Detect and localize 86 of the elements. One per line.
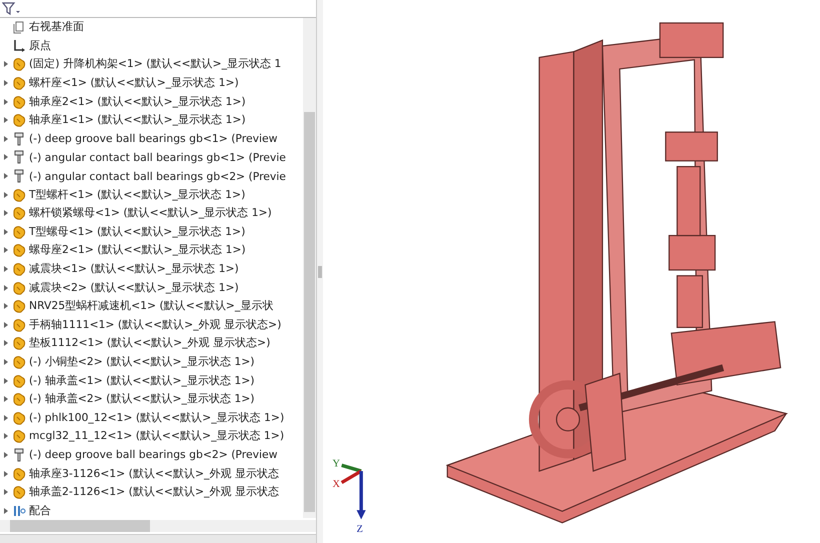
tree-item[interactable]: 轴承座1<1> (默认<<默认>_显示状态 1>) (29, 113, 246, 128)
expand-arrow-icon[interactable] (3, 116, 9, 124)
part-icon (12, 280, 26, 295)
expand-arrow-icon[interactable] (3, 60, 9, 68)
axis-label: Z (356, 524, 363, 535)
part-icon (12, 262, 26, 276)
bolt-icon (12, 132, 26, 146)
axis-triad-icon (340, 464, 366, 520)
tree-item[interactable]: 减震块<1> (默认<<默认>_显示状态 1>) (29, 262, 239, 276)
expand-arrow-icon[interactable] (3, 488, 9, 496)
tree-item[interactable]: 垫板1112<1> (默认<<默认>_外观 显示状态>) (29, 336, 270, 350)
tree-item[interactable]: 螺杆锁紧螺母<1> (默认<<默认>_显示状态 1>) (29, 206, 272, 220)
tree-item[interactable]: (-) phlk100_12<1> (默认<<默认>_显示状态 1>) (29, 410, 284, 425)
tree-item[interactable]: 螺杆座<1> (默认<<默认>_显示状态 1>) (29, 76, 239, 90)
expand-arrow-icon[interactable] (3, 209, 9, 218)
part-icon (12, 299, 26, 314)
mates-icon (12, 504, 26, 518)
part-icon (12, 243, 26, 258)
tree-item[interactable]: mcgl32_11_12<1> (默认<<默认>_显示状态 1>) (29, 429, 284, 444)
tree-item[interactable]: (-) angular contact ball bearings gb<1> (Previe (29, 150, 286, 164)
expand-arrow-icon[interactable] (3, 302, 9, 310)
tree-item[interactable]: (-) angular contact ball bearings gb<2> (Previe (29, 170, 286, 183)
tree-item[interactable]: (-) deep groove ball bearings gb<2> (Preview (29, 448, 278, 462)
expand-arrow-icon[interactable] (3, 339, 9, 348)
expand-arrow-icon[interactable] (3, 320, 9, 329)
part-icon (12, 188, 26, 202)
tree-item[interactable]: (固定) 升降机构架<1> (默认<<默认>_显示状态 1 (29, 57, 282, 72)
part-icon (12, 392, 26, 406)
part-icon (12, 485, 26, 500)
tree-item[interactable]: (-) 轴承盖<1> (默认<<默认>_显示状态 1>) (29, 374, 254, 388)
part-icon (12, 466, 26, 481)
origin-icon (12, 38, 26, 53)
expand-arrow-icon[interactable] (3, 228, 9, 236)
tree-item[interactable]: 手柄轴1111<1> (默认<<默认>_外观 显示状态>) (29, 318, 282, 332)
part-icon (12, 206, 26, 220)
expand-arrow-icon[interactable] (3, 284, 9, 292)
tree-item[interactable]: T型螺杆<1> (默认<<默认>_显示状态 1>) (29, 188, 246, 202)
tree-item[interactable]: (-) 轴承盖<2> (默认<<默认>_显示状态 1>) (29, 392, 254, 406)
part-icon (12, 57, 26, 72)
part-icon (12, 224, 26, 239)
bolt-icon (12, 169, 26, 184)
bolt-icon (12, 448, 26, 462)
expand-arrow-icon[interactable] (3, 172, 9, 180)
expand-arrow-icon[interactable] (3, 134, 9, 143)
tree-item[interactable]: T型螺母<1> (默认<<默认>_显示状态 1>) (29, 224, 246, 239)
tree-item[interactable]: NRV25型蜗杆减速机<1> (默认<<默认>_显示状 (29, 299, 274, 314)
expand-arrow-icon[interactable] (3, 79, 9, 88)
tree-item[interactable]: 原点 (29, 38, 51, 53)
expand-arrow-icon[interactable] (3, 395, 9, 404)
expand-arrow-icon[interactable] (3, 470, 9, 478)
expand-arrow-icon[interactable] (3, 414, 9, 422)
filter-icon[interactable] (2, 2, 20, 16)
part-icon (12, 94, 26, 109)
part-icon (12, 429, 26, 444)
tree-item[interactable]: 减震块<2> (默认<<默认>_显示状态 1>) (29, 280, 239, 295)
part-icon (12, 374, 26, 388)
axis-label: Y (332, 458, 340, 470)
plane-icon (12, 20, 26, 34)
part-icon (12, 354, 26, 369)
axis-label: X (332, 479, 340, 490)
expand-arrow-icon[interactable] (3, 376, 9, 385)
vertical-scrollbar[interactable] (303, 18, 316, 518)
tree-item[interactable]: 轴承座3-1126<1> (默认<<默认>_外观 显示状态 (29, 466, 279, 481)
tree-item[interactable]: 轴承盖2-1126<1> (默认<<默认>_外观 显示状态 (29, 485, 279, 500)
tree-item[interactable]: 轴承座2<1> (默认<<默认>_显示状态 1>) (29, 94, 246, 109)
horizontal-scrollbar[interactable] (0, 520, 316, 532)
expand-arrow-icon[interactable] (3, 432, 9, 440)
expand-arrow-icon[interactable] (3, 358, 9, 366)
part-icon (12, 318, 26, 332)
expand-arrow-icon[interactable] (3, 265, 9, 274)
part-icon (12, 410, 26, 425)
expand-arrow-icon[interactable] (3, 506, 9, 515)
tree-item[interactable]: 螺母座2<1> (默认<<默认>_显示状态 1>) (29, 243, 246, 258)
expand-arrow-icon[interactable] (3, 153, 9, 162)
part-icon (12, 336, 26, 350)
part-icon (12, 76, 26, 90)
bolt-icon (12, 150, 26, 164)
part-icon (12, 113, 26, 128)
tree-item[interactable]: (-) 小铜垫<2> (默认<<默认>_显示状态 1>) (29, 354, 254, 369)
expand-arrow-icon[interactable] (3, 246, 9, 254)
expand-arrow-icon[interactable] (3, 450, 9, 459)
tree-item[interactable]: 右视基准面 (29, 20, 84, 34)
expand-arrow-icon[interactable] (3, 98, 9, 106)
tree-item[interactable]: 配合 (29, 504, 51, 518)
expand-arrow-icon[interactable] (3, 190, 9, 199)
tree-item[interactable]: (-) deep groove ball bearings gb<1> (Preview (29, 132, 278, 146)
